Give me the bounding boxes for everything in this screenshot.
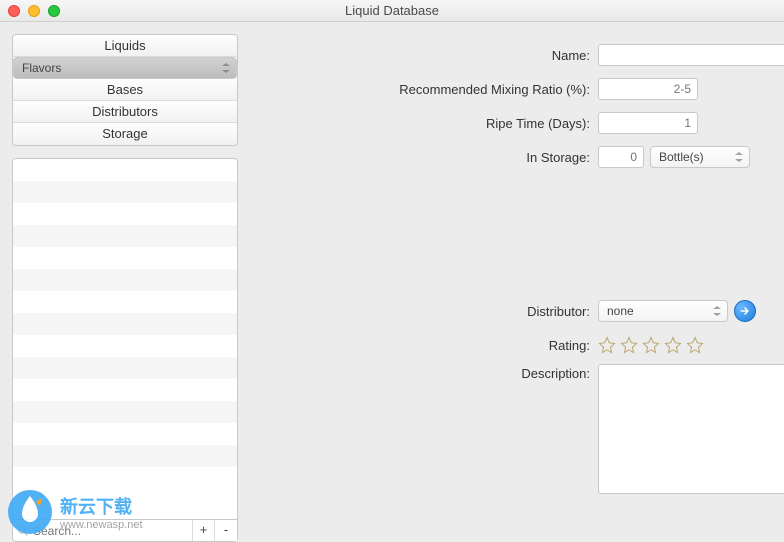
detail-panel: Name: ? Recommended Mixing Ratio (%): Ri… [238,22,784,542]
list-toolbar: + - [12,520,238,542]
distributor-go-button[interactable] [734,300,756,322]
distributor-select[interactable]: none [598,300,728,322]
star-5[interactable] [686,336,704,354]
star-icon [642,336,660,354]
description-field[interactable] [598,364,784,494]
list-row[interactable] [13,313,237,335]
star-icon [620,336,638,354]
item-list[interactable] [12,158,238,520]
star-1[interactable] [598,336,616,354]
list-row[interactable] [13,423,237,445]
category-list: Liquids Flavors Bases Distributors Stora… [12,34,238,146]
arrow-right-icon [739,305,751,317]
storage-field[interactable] [598,146,644,168]
ratio-label: Recommended Mixing Ratio (%): [238,82,598,97]
list-row[interactable] [13,181,237,203]
star-2[interactable] [620,336,638,354]
distributor-label: Distributor: [238,304,598,319]
category-storage[interactable]: Storage [13,123,237,145]
star-icon [664,336,682,354]
list-row[interactable] [13,401,237,423]
star-3[interactable] [642,336,660,354]
storage-label: In Storage: [238,150,598,165]
distributor-value: none [607,304,634,318]
close-button[interactable] [8,5,20,17]
rating-stars [598,336,704,354]
star-4[interactable] [664,336,682,354]
star-icon [598,336,616,354]
name-label: Name: [238,48,598,63]
list-row[interactable] [13,357,237,379]
sidebar: Liquids Flavors Bases Distributors Stora… [0,22,238,542]
name-field[interactable] [598,44,784,66]
ripe-label: Ripe Time (Days): [238,116,598,131]
titlebar: Liquid Database [0,0,784,22]
category-liquids[interactable]: Liquids [13,35,237,57]
category-flavors[interactable]: Flavors [13,57,237,79]
storage-unit-select[interactable]: Bottle(s) [650,146,750,168]
list-row[interactable] [13,445,237,467]
list-row[interactable] [13,379,237,401]
list-row[interactable] [13,291,237,313]
category-bases[interactable]: Bases [13,79,237,101]
search-wrap [13,520,193,541]
star-icon [686,336,704,354]
content: Liquids Flavors Bases Distributors Stora… [0,22,784,542]
storage-unit-value: Bottle(s) [659,150,704,164]
ratio-field[interactable] [598,78,698,100]
category-distributors[interactable]: Distributors [13,101,237,123]
list-row[interactable] [13,335,237,357]
window-title: Liquid Database [0,3,784,18]
search-input[interactable] [33,524,188,538]
add-button[interactable]: + [193,520,215,541]
list-row[interactable] [13,203,237,225]
list-row[interactable] [13,247,237,269]
ripe-field[interactable] [598,112,698,134]
remove-button[interactable]: - [215,520,237,541]
description-label: Description: [238,364,598,381]
minimize-button[interactable] [28,5,40,17]
rating-label: Rating: [238,338,598,353]
zoom-button[interactable] [48,5,60,17]
search-icon [17,525,29,537]
list-row[interactable] [13,269,237,291]
list-row[interactable] [13,467,237,489]
list-row[interactable] [13,225,237,247]
traffic-lights [8,5,60,17]
list-row[interactable] [13,159,237,181]
